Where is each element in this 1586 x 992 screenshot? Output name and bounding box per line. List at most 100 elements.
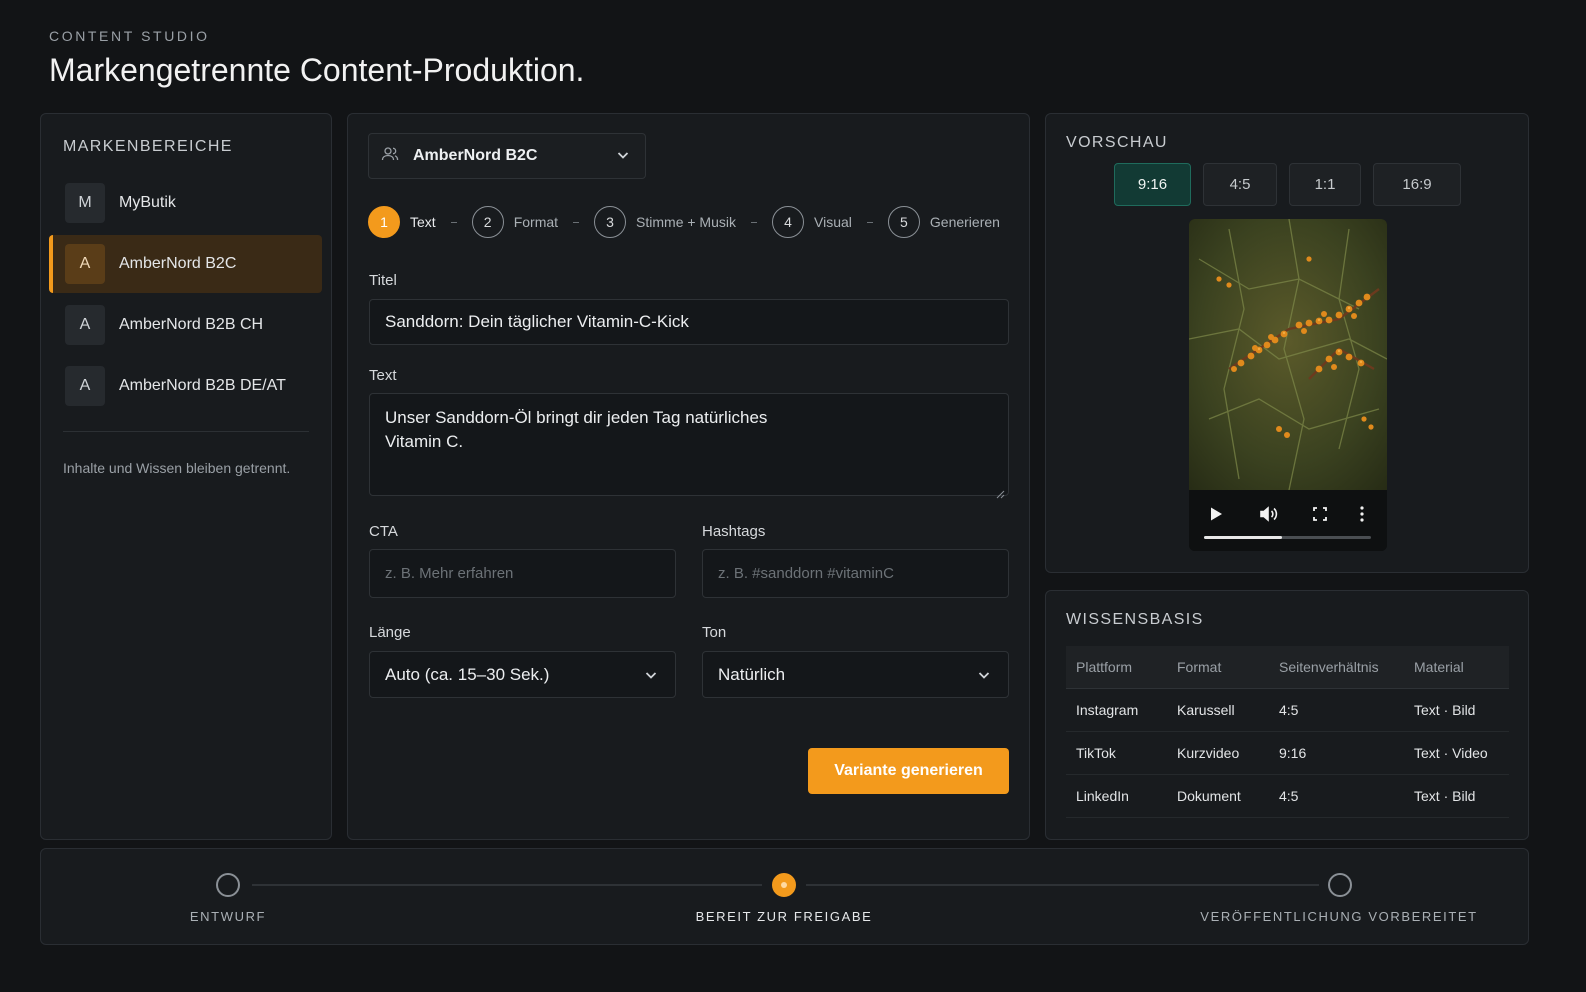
- step-generate[interactable]: 5 Generieren: [887, 206, 1000, 238]
- table-cell: Dokument: [1167, 774, 1269, 818]
- preview-title: VORSCHAU: [1066, 134, 1168, 151]
- brand-list: M MyButik A AmberNord B2C A AmberNord B2…: [49, 174, 322, 418]
- status-label-draft: ENTWURF: [189, 909, 267, 924]
- brand-select[interactable]: AmberNord B2C: [368, 133, 646, 179]
- status-label-ready: BEREIT ZUR FREIGABE: [695, 909, 873, 924]
- tab-ratio-16-9[interactable]: 16:9: [1373, 163, 1461, 206]
- step-text[interactable]: 1 Text: [368, 206, 436, 238]
- users-icon: [381, 145, 399, 168]
- table-cell: Text · Video: [1404, 731, 1509, 775]
- step-separator: [866, 221, 873, 223]
- table-cell: Text · Bild: [1404, 688, 1509, 732]
- table-row: TikTok Kurzvideo 9:16 Text · Video: [1066, 731, 1509, 775]
- column-header: Material: [1404, 646, 1509, 689]
- tab-ratio-9-16[interactable]: 9:16: [1114, 163, 1191, 206]
- chevron-down-icon: [615, 147, 631, 168]
- tab-ratio-4-5[interactable]: 4:5: [1203, 163, 1277, 206]
- status-dot-ready: [772, 873, 796, 897]
- tone-select[interactable]: Natürlich: [702, 651, 1009, 698]
- avatar: M: [65, 183, 105, 223]
- fullscreen-icon[interactable]: [1312, 505, 1328, 528]
- table-cell: TikTok: [1066, 731, 1167, 775]
- status-dot-draft: [216, 873, 240, 897]
- wizard-steps: 1 Text 2 Format 3 Stimme + Musik 4 Visua…: [368, 206, 1000, 238]
- step-number: 2: [471, 206, 504, 238]
- brand-sidebar: MARKENBEREICHE M MyButik A AmberNord B2C…: [40, 113, 332, 840]
- tab-ratio-1-1[interactable]: 1:1: [1289, 163, 1361, 206]
- step-number: 1: [368, 206, 400, 238]
- step-number: 5: [887, 206, 920, 238]
- column-header: Plattform: [1066, 646, 1167, 689]
- length-select-value: Auto (ca. 15–30 Sek.): [385, 664, 550, 684]
- tone-label: Ton: [702, 624, 727, 641]
- content-editor: AmberNord B2C 1 Text 2 Format 3 Stimme +…: [347, 113, 1030, 840]
- sidebar-title: MARKENBEREICHE: [63, 138, 233, 155]
- step-voice-music[interactable]: 3 Stimme + Musik: [594, 206, 736, 238]
- knowledge-table: Plattform Format Seitenverhältnis Materi…: [1066, 646, 1509, 818]
- video-player[interactable]: [1189, 219, 1387, 551]
- brand-select-value: AmberNord B2C: [413, 147, 538, 164]
- table-cell: Text · Bild: [1404, 774, 1509, 818]
- workflow-status-bar: ENTWURF BEREIT ZUR FREIGABE VERÖFFENTLIC…: [40, 848, 1529, 945]
- sidebar-item-mybutik[interactable]: M MyButik: [49, 174, 322, 232]
- step-label: Visual: [814, 214, 852, 230]
- sidebar-divider: [63, 431, 309, 432]
- status-connector: [806, 884, 1319, 886]
- volume-icon[interactable]: [1259, 505, 1279, 528]
- page-title: Markengetrennte Content-Produktion.: [49, 52, 585, 88]
- video-controls: [1189, 490, 1387, 551]
- cta-label: CTA: [369, 523, 398, 540]
- sidebar-item-ambernord-b2b-ch[interactable]: A AmberNord B2B CH: [49, 296, 322, 354]
- avatar: A: [65, 305, 105, 345]
- step-visual[interactable]: 4 Visual: [772, 206, 852, 238]
- sidebar-item-ambernord-b2b-deat[interactable]: A AmberNord B2B DE/AT: [49, 357, 322, 415]
- hashtags-input[interactable]: z. B. #sanddorn #vitaminC: [702, 549, 1009, 598]
- knowledge-title: WISSENSBASIS: [1066, 611, 1204, 628]
- step-separator: [573, 221, 580, 223]
- aspect-ratio-tabs: 9:16 4:5 1:1 16:9: [1114, 163, 1473, 206]
- sidebar-item-label: AmberNord B2C: [119, 255, 237, 272]
- table-cell: Instagram: [1066, 688, 1167, 732]
- video-progress-bar[interactable]: [1204, 536, 1371, 539]
- sidebar-item-label: AmberNord B2B DE/AT: [119, 377, 286, 394]
- column-header: Format: [1167, 646, 1269, 689]
- generate-variant-button[interactable]: Variante generieren: [808, 748, 1009, 794]
- tone-select-value: Natürlich: [718, 664, 786, 684]
- length-select[interactable]: Auto (ca. 15–30 Sek.): [369, 651, 676, 698]
- cta-input[interactable]: z. B. Mehr erfahren: [369, 549, 676, 598]
- step-label: Format: [513, 214, 559, 230]
- step-label: Text: [410, 214, 436, 230]
- title-input[interactable]: Sanddorn: Dein täglicher Vitamin-C-Kick: [369, 299, 1009, 345]
- text-value: Unser Sanddorn-Öl bringt dir jeden Tag n…: [385, 408, 768, 451]
- sidebar-item-ambernord-b2c[interactable]: A AmberNord B2C: [49, 235, 322, 293]
- table-cell: 9:16: [1269, 731, 1404, 775]
- hashtags-label: Hashtags: [702, 523, 766, 540]
- more-options-icon[interactable]: [1359, 505, 1365, 528]
- table-row: LinkedIn Dokument 4:5 Text · Bild: [1066, 774, 1509, 818]
- title-label: Titel: [369, 272, 397, 289]
- sidebar-item-label: AmberNord B2B CH: [119, 316, 264, 333]
- step-number: 3: [594, 206, 627, 238]
- knowledge-panel: WISSENSBASIS Plattform Format Seitenverh…: [1045, 590, 1529, 840]
- status-connector: [252, 884, 762, 886]
- length-label: Länge: [369, 624, 411, 641]
- step-format[interactable]: 2 Format: [471, 206, 559, 238]
- page-eyebrow: CONTENT STUDIO: [49, 28, 210, 44]
- text-textarea[interactable]: Unser Sanddorn-Öl bringt dir jeden Tag n…: [369, 393, 1009, 499]
- video-progress-fill: [1204, 536, 1283, 539]
- table-cell: Karussell: [1167, 688, 1269, 732]
- step-number: 4: [772, 206, 804, 238]
- play-icon[interactable]: [1207, 505, 1225, 528]
- column-header: Seitenverhältnis: [1269, 646, 1404, 689]
- table-header-row: Plattform Format Seitenverhältnis Materi…: [1066, 646, 1509, 689]
- table-cell: LinkedIn: [1066, 774, 1167, 818]
- status-dot-prepared: [1328, 873, 1352, 897]
- resize-handle-icon[interactable]: [995, 482, 1005, 499]
- table-cell: Kurzvideo: [1167, 731, 1269, 775]
- avatar: A: [65, 366, 105, 406]
- step-label: Stimme + Musik: [636, 214, 736, 230]
- chevron-down-icon: [976, 667, 992, 688]
- table-cell: 4:5: [1269, 688, 1404, 732]
- text-label: Text: [369, 367, 397, 384]
- table-row: Instagram Karussell 4:5 Text · Bild: [1066, 688, 1509, 732]
